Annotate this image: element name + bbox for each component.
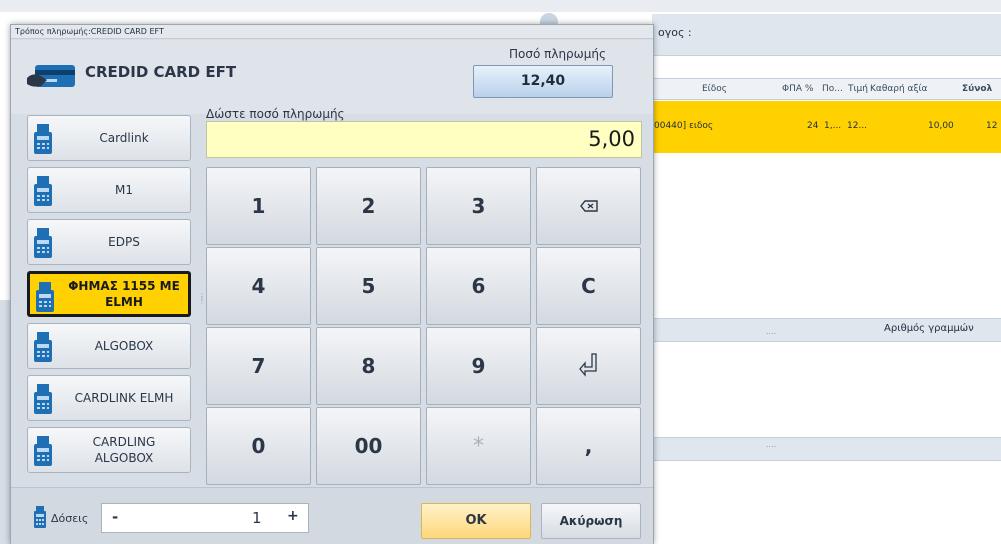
cell-vat: 24 <box>807 121 819 131</box>
key-7[interactable]: 7 <box>206 327 311 405</box>
key-5[interactable]: 5 <box>316 247 421 325</box>
cell-qty: 1,... <box>824 121 842 131</box>
pos-terminal-icon <box>34 384 52 414</box>
method-button-m1[interactable]: M1 <box>27 167 191 213</box>
installments-label: Δόσεις <box>51 512 89 525</box>
background-topbar <box>0 0 1001 12</box>
column-header-qty[interactable]: Πο... <box>822 84 843 94</box>
method-button-cardlink-elmh[interactable]: CARDLINK ELMH <box>27 375 191 421</box>
cell-total: 12 <box>986 121 998 131</box>
cell-net: 10,00 <box>928 121 954 131</box>
payment-amount-value: 12,40 <box>473 65 613 98</box>
clear-key[interactable]: C <box>536 247 641 325</box>
method-label: Cardlink <box>99 131 149 145</box>
enter-arrow-icon <box>578 353 597 377</box>
dialog-header: CREDID CARD EFT Ποσό πληρωμής 12,40 <box>11 40 653 114</box>
column-header-net[interactable]: Καθαρή αξία <box>870 84 927 94</box>
key-0[interactable]: 0 <box>206 407 311 485</box>
enter-key[interactable] <box>536 327 641 405</box>
column-header-item[interactable]: Είδος <box>702 84 727 94</box>
payment-dialog: Τρόπος πληρωμής:CREDID CARD EFT CREDID C… <box>10 24 654 544</box>
key-2[interactable]: 2 <box>316 167 421 245</box>
method-button-edps[interactable]: EDPS <box>27 219 191 265</box>
credit-card-icon <box>27 65 75 87</box>
installments-value[interactable]: 1 <box>252 509 262 527</box>
vertical-splitter-grip[interactable]: ⋮ ⋮ <box>198 293 206 305</box>
key-8[interactable]: 8 <box>316 327 421 405</box>
key-asterisk[interactable]: * <box>426 407 531 485</box>
table-row[interactable]: 00440] ειδος 24 1,... 12... 10,00 12 <box>652 101 1001 153</box>
method-label: EDPS <box>108 235 140 249</box>
key-1[interactable]: 1 <box>206 167 311 245</box>
pos-terminal-icon <box>34 124 52 154</box>
table-header: Είδος ΦΠΑ % Πο... Τιμή Καθαρή αξία Σύνολ <box>652 78 1001 100</box>
key-00[interactable]: 00 <box>316 407 421 485</box>
method-button-cardling-algobox[interactable]: CARDLING ALGOBOX <box>27 427 191 473</box>
pos-terminal-icon <box>34 436 52 466</box>
bottom-panel-bar: .... <box>652 437 1001 461</box>
decrement-button[interactable]: - <box>112 508 118 526</box>
dialog-footer: Δόσεις - 1 + OK Ακύρωση <box>11 487 653 544</box>
column-header-price[interactable]: Τιμή <box>848 84 868 94</box>
key-6[interactable]: 6 <box>426 247 531 325</box>
background-strip <box>652 56 1001 78</box>
dialog-title: Τρόπος πληρωμής:CREDID CARD EFT <box>11 25 653 39</box>
increment-button[interactable]: + <box>287 508 299 524</box>
method-label: ΦΗΜΑΣ 1155 ΜΕ ELMH <box>68 279 180 309</box>
pos-terminal-icon <box>34 506 46 528</box>
method-label: ALGOBOX <box>94 339 154 353</box>
cancel-button[interactable]: Ακύρωση <box>541 503 641 539</box>
method-button-cardlink[interactable]: Cardlink <box>27 115 191 161</box>
method-label: CARDLING ALGOBOX <box>92 435 156 465</box>
method-label: M1 <box>115 183 133 197</box>
installments-stepper[interactable]: - 1 + <box>101 503 309 533</box>
cell-item: 00440] ειδος <box>654 121 714 131</box>
splitter-grip[interactable]: .... <box>766 327 776 336</box>
customer-label: ογος : <box>658 26 692 39</box>
key-9[interactable]: 9 <box>426 327 531 405</box>
lines-count-label: Αριθμός γραμμών <box>884 323 974 334</box>
pos-terminal-icon <box>34 332 52 362</box>
pos-terminal-icon <box>36 282 54 312</box>
backspace-icon <box>579 200 598 212</box>
payment-amount-label: Ποσό πληρωμής <box>509 47 607 61</box>
key-4[interactable]: 4 <box>206 247 311 325</box>
pos-terminal-icon <box>34 228 52 258</box>
key-comma[interactable]: , <box>536 407 641 485</box>
lines-panel-bar: .... Αριθμός γραμμών <box>652 318 1001 342</box>
column-header-vat[interactable]: ΦΠΑ % <box>782 84 813 94</box>
cell-price: 12... <box>847 121 868 131</box>
method-button-fimas-elmh[interactable]: ΦΗΜΑΣ 1155 ΜΕ ELMH <box>27 271 191 317</box>
amount-input[interactable]: 5,00 <box>206 121 642 158</box>
key-3[interactable]: 3 <box>426 167 531 245</box>
enter-amount-label: Δώστε ποσό πληρωμής <box>206 107 345 121</box>
method-button-algobox[interactable]: ALGOBOX <box>27 323 191 369</box>
pos-terminal-icon <box>34 176 52 206</box>
background-left-edge <box>0 300 10 544</box>
ok-button[interactable]: OK <box>421 503 531 539</box>
splitter-grip[interactable]: .... <box>766 440 776 449</box>
method-label: CARDLINK ELMH <box>74 391 174 405</box>
column-header-total[interactable]: Σύνολ <box>962 84 992 94</box>
backspace-key[interactable] <box>536 167 641 245</box>
customer-field[interactable]: ογος : <box>652 14 1001 56</box>
header-title: CREDID CARD EFT <box>85 63 237 81</box>
